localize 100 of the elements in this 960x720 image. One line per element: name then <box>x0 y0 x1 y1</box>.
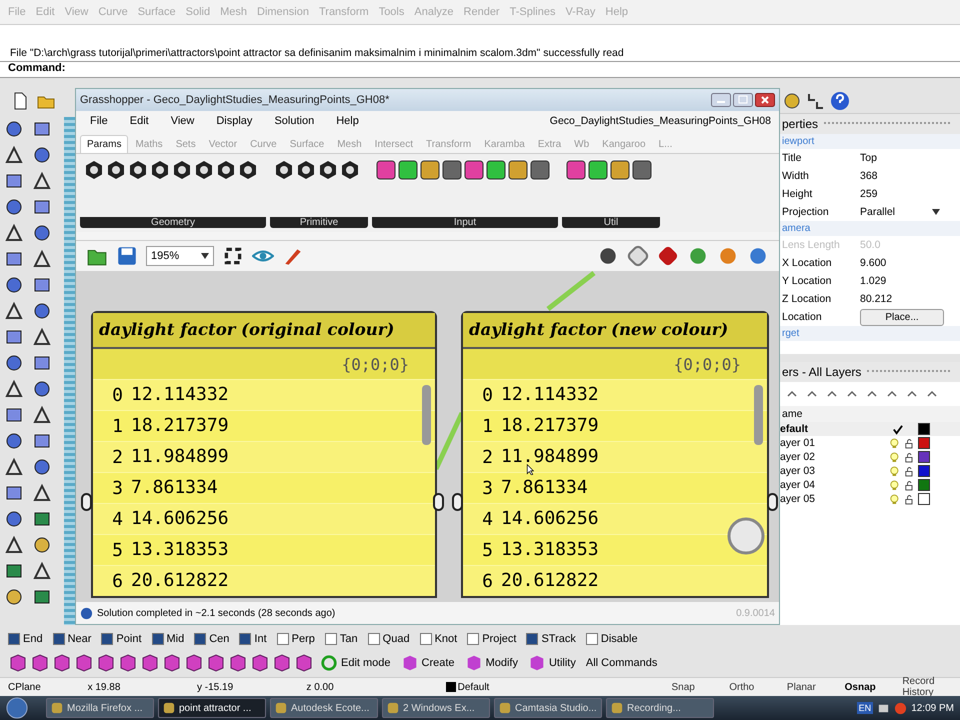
taskbar-button[interactable]: Mozilla Firefox ... <box>46 698 154 718</box>
start-button-icon[interactable] <box>6 697 28 719</box>
command-icon[interactable] <box>74 653 94 673</box>
palette-group-label[interactable]: Primitive <box>270 217 368 228</box>
tool-icon[interactable] <box>32 457 52 477</box>
taskbar-button[interactable]: Camtasia Studio... <box>494 698 602 718</box>
component-icon[interactable] <box>340 160 360 180</box>
component-icon[interactable] <box>84 160 104 180</box>
tool-icon[interactable] <box>4 457 24 477</box>
command-tab[interactable]: Edit mode <box>316 654 395 672</box>
tool-icon[interactable] <box>4 509 24 529</box>
tool-icon[interactable] <box>32 301 52 321</box>
command-icon[interactable] <box>184 653 204 673</box>
layer-name[interactable]: ayer 01 <box>780 437 885 449</box>
tool-icon[interactable] <box>4 301 24 321</box>
taskbar-button[interactable]: Recording... <box>606 698 714 718</box>
command-tab[interactable]: Create <box>396 654 459 672</box>
osnap-checkbox[interactable]: Cen <box>194 633 230 645</box>
layer-name[interactable]: ayer 03 <box>780 465 885 477</box>
command-icon[interactable] <box>96 653 116 673</box>
property-value[interactable]: Top <box>860 152 877 164</box>
component-icon[interactable] <box>172 160 192 180</box>
lightbulb-icon[interactable] <box>888 466 900 476</box>
layer-color-swatch[interactable] <box>918 451 930 463</box>
layer-name[interactable]: ayer 04 <box>780 479 885 491</box>
component-icon[interactable] <box>398 160 418 180</box>
osnap-checkbox[interactable]: STrack <box>526 633 576 645</box>
property-value[interactable]: 80.212 <box>860 293 892 305</box>
component-icon[interactable] <box>318 160 338 180</box>
command-icon[interactable] <box>8 653 28 673</box>
taskbar-button[interactable]: Autodesk Ecote... <box>270 698 378 718</box>
menu-item[interactable]: View <box>170 115 194 127</box>
component-icon[interactable] <box>376 160 396 180</box>
tool-icon[interactable] <box>32 379 52 399</box>
close-icon[interactable] <box>755 93 775 107</box>
tool-icon[interactable] <box>32 145 52 165</box>
layer-color-swatch[interactable] <box>918 437 930 449</box>
component-icon[interactable] <box>566 160 586 180</box>
tool-icon[interactable] <box>4 379 24 399</box>
place-button[interactable]: Place... <box>860 308 944 326</box>
status-toggle[interactable]: Ortho <box>729 682 787 692</box>
menu-item[interactable]: File <box>90 115 108 127</box>
property-value[interactable]: 368 <box>860 170 878 182</box>
taskbar-button[interactable]: point attractor ... <box>158 698 266 718</box>
command-icon[interactable] <box>272 653 292 673</box>
menu-item[interactable]: Solution <box>274 115 314 127</box>
osnap-checkbox[interactable]: End <box>8 633 43 645</box>
lightbulb-icon[interactable] <box>888 494 900 504</box>
menu-item[interactable]: Display <box>216 115 252 127</box>
zoom-field[interactable]: 195% <box>146 246 214 266</box>
layer-color-swatch[interactable] <box>918 423 930 435</box>
layer-name[interactable]: ayer 05 <box>780 493 885 505</box>
lock-icon[interactable] <box>904 494 914 504</box>
tool-icon[interactable] <box>4 223 24 243</box>
component-icon[interactable] <box>442 160 462 180</box>
tool-icon[interactable] <box>32 535 52 555</box>
component-icon[interactable] <box>216 160 236 180</box>
osnap-checkbox[interactable]: Tan <box>324 633 358 645</box>
layer-color-swatch[interactable] <box>918 465 930 477</box>
component-icon[interactable] <box>150 160 170 180</box>
section-header[interactable]: iewport <box>780 134 960 149</box>
component-icon[interactable] <box>632 160 652 180</box>
tool-icon[interactable] <box>32 327 52 347</box>
osnap-checkbox[interactable]: Near <box>52 633 92 645</box>
scrollbar[interactable] <box>422 385 431 445</box>
command-tab[interactable]: All Commands <box>582 657 662 669</box>
zoom-extents-icon[interactable] <box>222 245 244 267</box>
osnap-checkbox[interactable]: Perp <box>276 633 315 645</box>
component-icon[interactable] <box>464 160 484 180</box>
tool-icon[interactable] <box>4 353 24 373</box>
language-indicator[interactable]: EN <box>856 702 874 714</box>
output-grip[interactable] <box>433 493 444 511</box>
component-icon[interactable] <box>238 160 258 180</box>
tool-icon[interactable] <box>4 535 24 555</box>
command-icon[interactable] <box>118 653 138 673</box>
maximize-icon[interactable] <box>733 93 753 107</box>
command-tab[interactable]: Utility <box>524 654 580 672</box>
output-grip[interactable] <box>767 493 778 511</box>
status-toggle[interactable]: Planar <box>786 682 845 692</box>
osnap-checkbox[interactable]: Project <box>467 633 516 645</box>
osnap-checkbox[interactable]: Knot <box>420 633 458 645</box>
osnap-checkbox[interactable]: Mid <box>152 633 184 645</box>
command-icon[interactable] <box>162 653 182 673</box>
property-value[interactable]: 9.600 <box>860 257 886 269</box>
tool-icon[interactable] <box>32 405 52 425</box>
component-icon[interactable] <box>106 160 126 180</box>
component-icon[interactable] <box>128 160 148 180</box>
property-value[interactable]: 1.029 <box>860 275 886 287</box>
component-icon[interactable] <box>420 160 440 180</box>
osnap-checkbox[interactable]: Disable <box>586 633 638 645</box>
component-icon[interactable] <box>486 160 506 180</box>
input-grip[interactable] <box>81 493 92 511</box>
column-header[interactable]: ame <box>780 406 960 422</box>
lock-icon[interactable] <box>904 452 914 462</box>
section-header[interactable]: rget <box>780 326 960 341</box>
input-grip[interactable] <box>452 493 463 511</box>
command-icon[interactable] <box>294 653 314 673</box>
tool-icon[interactable] <box>4 275 24 295</box>
status-toggle[interactable]: Osnap <box>844 682 902 692</box>
tab[interactable]: Params <box>80 135 128 153</box>
